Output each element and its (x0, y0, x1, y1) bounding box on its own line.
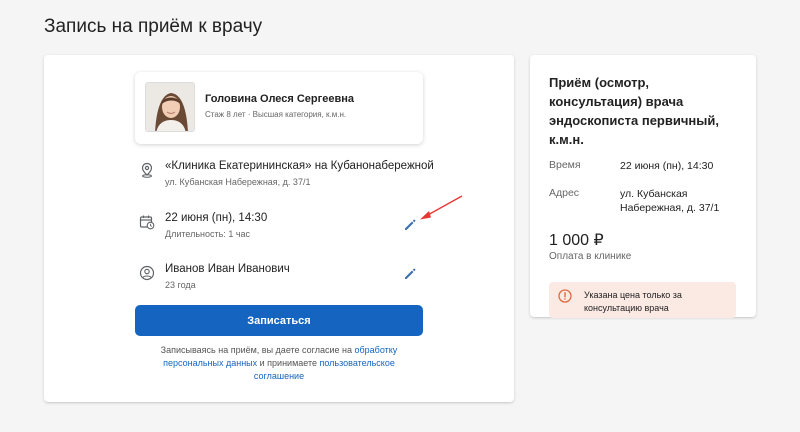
consent-text-part: и принимаете (257, 358, 320, 368)
user-icon (139, 265, 155, 281)
edit-patient-button[interactable] (402, 266, 418, 282)
consent-text: Записываясь на приём, вы даете согласие … (144, 344, 414, 383)
clinic-name: «Клиника Екатерининская» на Кубанонабере… (165, 160, 434, 172)
price: 1 000 ₽ (549, 232, 604, 249)
location-icon (141, 162, 153, 178)
doctor-card: Головина Олеся Сергеевна Стаж 8 лет · Вы… (135, 72, 423, 144)
patient-name: Иванов Иван Иванович (165, 263, 290, 275)
consent-text-part: Записываясь на приём, вы даете согласие … (160, 345, 355, 355)
clinic-address: ул. Кубанская Набережная, д. 37/1 (165, 177, 311, 187)
address-value: ул. Кубанская Набережная, д. 37/1 (620, 188, 720, 214)
address-label: Адрес (549, 187, 580, 199)
submit-button[interactable]: Записаться (135, 305, 423, 336)
info-warning-icon (558, 289, 572, 303)
page-title: Запись на приём к врачу (44, 16, 263, 37)
notice-text: Указана цена только за консультацию врач… (584, 290, 682, 313)
appointment-duration: Длительность: 1 час (165, 229, 251, 239)
patient-age: 23 года (165, 280, 196, 290)
time-value: 22 июня (пн), 14:30 (620, 160, 714, 172)
price-notice: Указана цена только за консультацию врач… (549, 282, 736, 318)
service-title: Приём (осмотр, консультация) врача эндос… (549, 75, 719, 147)
patient-row: Иванов Иван Иванович 23 года (139, 263, 429, 293)
summary-card: Приём (осмотр, консультация) врача эндос… (530, 55, 756, 318)
clinic-row: «Клиника Екатерининская» на Кубанонабере… (139, 160, 434, 190)
doctor-name: Головина Олеся Сергеевна (205, 93, 354, 105)
calendar-clock-icon (139, 215, 155, 230)
payment-method: Оплата в клинике (549, 251, 632, 262)
booking-card: Головина Олеся Сергеевна Стаж 8 лет · Вы… (44, 55, 514, 402)
datetime-row: 22 июня (пн), 14:30 Длительность: 1 час (139, 212, 429, 242)
doctor-meta: Стаж 8 лет · Высшая категория, к.м.н. (205, 110, 347, 119)
annotation-arrow-icon (420, 195, 463, 220)
time-label: Время (549, 159, 581, 171)
doctor-photo (145, 82, 195, 132)
appointment-datetime: 22 июня (пн), 14:30 (165, 212, 268, 224)
